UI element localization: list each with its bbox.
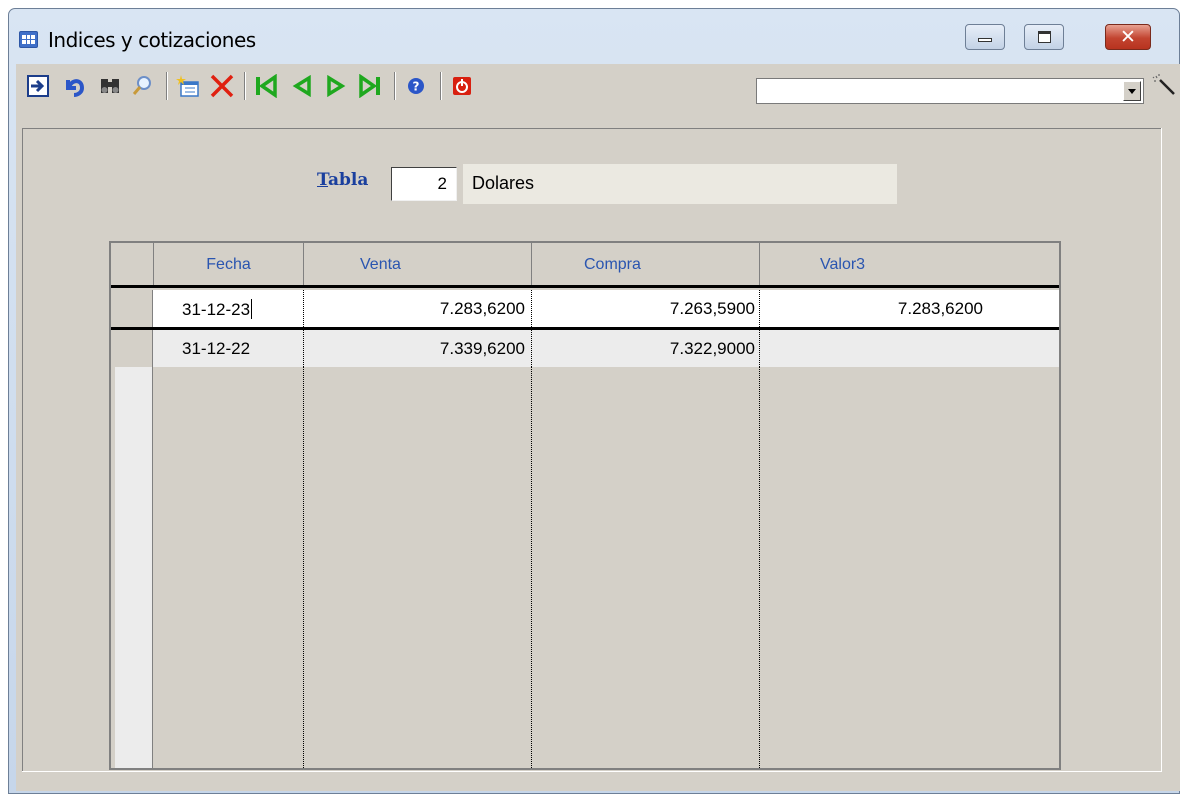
cell-venta[interactable]: 7.283,6200 [304,290,532,327]
find-button[interactable] [96,72,124,100]
table-row[interactable]: 31-12-23 7.283,6200 7.263,5900 7.283,620… [111,290,1059,327]
first-record-button[interactable] [252,72,280,100]
app-grid-icon [19,31,38,48]
column-header-valor3[interactable]: Valor3 [760,243,1059,287]
previous-record-icon [292,75,311,97]
row-border [111,285,1059,288]
enter-button[interactable] [24,72,52,100]
enter-arrow-icon [27,75,49,97]
cell-venta[interactable]: 7.339,6200 [304,330,532,367]
cell-compra[interactable]: 7.322,9000 [532,330,760,367]
minimize-icon [978,38,992,42]
svg-text:?: ? [413,80,420,94]
cell-fecha-text: 31-12-23 [182,300,251,319]
last-record-icon [359,74,380,98]
exit-icon [453,77,471,95]
last-record-button[interactable] [356,72,384,100]
window-title: Indices y cotizaciones [48,28,256,52]
cell-fecha[interactable]: 31-12-22 [154,330,304,367]
tabla-label-hotkey: T [317,170,329,190]
exit-button[interactable] [448,72,476,100]
toolbar-separator [166,72,168,100]
text-caret [251,299,253,319]
new-record-icon [176,75,199,97]
column-header-compra[interactable]: Compra [532,243,760,287]
first-record-icon [256,74,277,98]
undo-icon [66,79,85,97]
toolbar: ? [16,64,1180,108]
header-indicator [111,243,154,287]
toolbar-separator [394,72,396,100]
cell-compra[interactable]: 7.263,5900 [532,290,760,327]
column-header-venta[interactable]: Venta [304,243,532,287]
help-button[interactable]: ? [402,72,430,100]
close-button[interactable]: ✕ [1105,24,1151,50]
previous-record-button[interactable] [288,72,316,100]
maximize-icon [1038,31,1051,43]
cell-fecha[interactable]: 31-12-23 [154,290,304,327]
undo-button[interactable] [60,72,88,100]
column-header-fecha[interactable]: Fecha [154,243,304,287]
toolbar-separator [244,72,246,100]
magic-wand-button[interactable] [1150,72,1178,100]
next-record-icon [327,75,346,97]
delete-button[interactable] [208,72,236,100]
cell-valor3[interactable] [760,330,1059,367]
close-icon: ✕ [1120,26,1136,48]
tabla-number-input[interactable]: 2 [391,167,457,201]
next-record-button[interactable] [322,72,350,100]
column-divider [759,367,760,768]
grid-header: Fecha Venta Compra Valor3 [111,243,1059,287]
row-indicator[interactable] [111,290,153,327]
binoculars-icon [101,79,119,93]
tabla-description: Dolares [463,164,897,204]
maximize-button[interactable] [1024,24,1064,50]
new-record-button[interactable] [174,72,202,100]
chevron-down-icon[interactable] [1123,81,1141,101]
magic-wand-icon [1152,74,1175,95]
quotes-grid[interactable]: Fecha Venta Compra Valor3 31-12-23 7.283… [109,241,1061,770]
empty-indicator-area [115,367,153,768]
help-icon: ? [408,78,424,94]
search-button[interactable] [128,72,156,100]
minimize-button[interactable] [965,24,1005,50]
cell-valor3[interactable]: 7.283,6200 [760,290,989,327]
magnifier-icon [132,76,151,95]
quick-select-combo[interactable] [756,78,1144,104]
tabla-label: Tabla [317,170,368,190]
table-row[interactable]: 31-12-22 7.339,6200 7.322,9000 [111,330,1059,367]
column-divider [531,367,532,768]
row-indicator[interactable] [111,330,153,367]
delete-icon [210,74,234,98]
tabla-label-rest: abla [328,170,369,190]
toolbar-separator [440,72,442,100]
column-divider [303,367,304,768]
